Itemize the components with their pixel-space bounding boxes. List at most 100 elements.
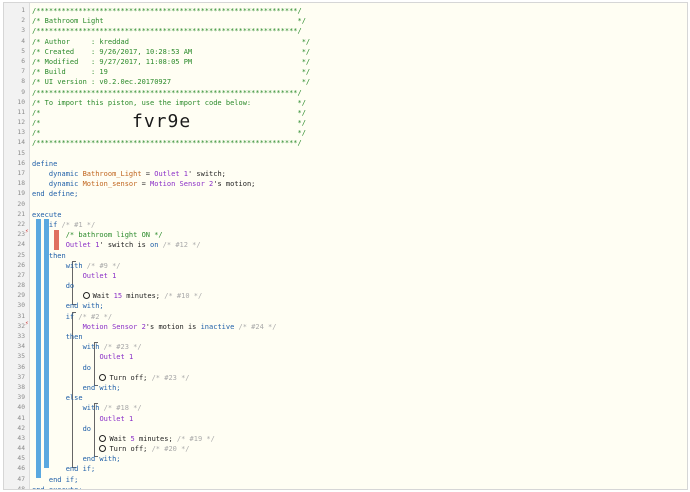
code-line[interactable]: 4 /* Author : kreddad */ (4, 37, 687, 47)
code-token: do (65, 282, 75, 291)
code-text: end define; (32, 189, 78, 199)
clock-icon (99, 434, 107, 442)
code-line[interactable]: 22 if /* #1 */ (4, 220, 687, 230)
code-line[interactable]: 10 /* To import this piston, use the impo… (4, 98, 687, 108)
code-line[interactable]: 14 /*************************************… (4, 138, 687, 148)
code-line[interactable]: 2 /* Bathroom Light */ (4, 16, 687, 26)
code-token: execute (32, 210, 62, 219)
code-token: minutes; (134, 434, 177, 443)
code-line[interactable]: 28 do (4, 281, 687, 291)
code-token: /***************************************… (32, 27, 302, 36)
code-line[interactable]: 30 end with; (4, 301, 687, 311)
line-number: 18 (17, 180, 25, 188)
code-line[interactable]: 36 do (4, 363, 687, 373)
code-token: /* #23 */ (103, 343, 142, 352)
line-number: 39 (17, 394, 25, 402)
code-line[interactable]: 3 /**************************************… (4, 26, 687, 36)
code-text: /* Bathroom Light */ (32, 16, 306, 26)
code-line[interactable]: 17 dynamic Bathroom_Light = Outlet 1' sw… (4, 169, 687, 179)
code-token: Wait (109, 434, 131, 443)
code-line[interactable]: 48 end execute; (4, 485, 687, 489)
code-token: Motion Sensor 2 (150, 180, 214, 189)
code-token: Turn off; (109, 373, 152, 382)
code-text: then (32, 251, 66, 261)
code-line[interactable]: 32 Motion Sensor 2's motion is inactive … (4, 322, 687, 332)
code-text: if /* #2 */ (32, 312, 112, 322)
code-line[interactable]: 9 /**************************************… (4, 88, 687, 98)
code-token: = (137, 180, 151, 189)
code-text: if /* #1 */ (32, 220, 95, 230)
code-line[interactable]: 16 define (4, 159, 687, 169)
code-line[interactable]: 19 end define; (4, 189, 687, 199)
code-token: /* bathroom light ON */ (65, 231, 163, 240)
code-line[interactable]: 13 /* */ (4, 128, 687, 138)
code-line[interactable]: 33 then (4, 332, 687, 342)
code-line[interactable]: 39 else (4, 393, 687, 403)
code-text: do (32, 363, 91, 373)
code-line[interactable]: 5 /* Created : 9/26/2017, 10:28:53 AM */ (4, 47, 687, 57)
code-line[interactable]: 44 Turn off; /* #20 */ (4, 444, 687, 454)
code-line[interactable]: 38 end with; (4, 383, 687, 393)
code-line[interactable]: 20 (4, 200, 687, 210)
line-number: 24 (17, 241, 25, 249)
line-number: 27 (17, 271, 25, 279)
code-line[interactable]: 25 then (4, 251, 687, 261)
code-line[interactable]: 15 (4, 149, 687, 159)
code-token: = (141, 170, 155, 178)
code-token: define (32, 159, 58, 168)
code-line[interactable]: 29 Wait 15 minutes; /* #10 */ (4, 291, 687, 301)
line-number: 25 (17, 251, 25, 259)
code-text: with /* #23 */ (32, 342, 142, 352)
code-text: Outlet 1 (32, 271, 117, 281)
code-line[interactable]: 8 /* UI version : v0.2.0ec.20170927 */ (4, 77, 687, 87)
code-token: dynamic (48, 180, 83, 189)
code-line[interactable]: 11/* */ (4, 108, 687, 118)
code-line[interactable]: 31 if /* #2 */ (4, 312, 687, 322)
code-token: end if; (65, 465, 96, 474)
code-line[interactable]: 35 Outlet 1 (4, 352, 687, 362)
code-token: end with; (65, 302, 104, 311)
code-line[interactable]: 37 Turn off; /* #23 */ (4, 373, 687, 383)
code-line[interactable]: 42 do (4, 424, 687, 434)
code-text: do (32, 281, 74, 291)
code-line[interactable]: 1 /**************************************… (4, 6, 687, 16)
code-token: Motion_sensor (82, 180, 138, 189)
code-token: /* Modified : 9/27/2017, 11:08:05 PM */ (32, 57, 311, 66)
code-line[interactable]: 6 /* Modified : 9/27/2017, 11:08:05 PM */ (4, 57, 687, 67)
code-line[interactable]: 18 dynamic Motion_sensor = Motion Sensor… (4, 179, 687, 189)
code-line[interactable]: 12 /* */fvr9e (4, 113, 687, 131)
power-icon (99, 373, 107, 381)
piston-code-editor[interactable]: ⚡ ⚡ 1/**********************************… (3, 2, 688, 490)
code-line[interactable]: 7 /* Build : 19 */ (4, 67, 687, 77)
code-line[interactable]: 24 Outlet 1' switch is on /* #12 */ (4, 240, 687, 250)
code-token: /* #18 */ (103, 404, 142, 413)
code-line[interactable]: 21 execute (4, 210, 687, 220)
code-token: 's motion is (145, 322, 201, 331)
code-line[interactable]: 23 /* bathroom light ON */ (4, 230, 687, 240)
code-line[interactable]: 26 with /* #9 */ (4, 261, 687, 271)
code-line[interactable]: 46 end if; (4, 464, 687, 474)
code-token: end with; (82, 383, 121, 392)
code-line[interactable]: 34 with /* #23 */ (4, 342, 687, 352)
line-number: 31 (17, 312, 25, 320)
code-token: /* UI version : v0.2.0ec.20170927 */ (32, 78, 311, 87)
code-line[interactable]: 40 with /* #18 */ (4, 403, 687, 413)
code-line[interactable]: 45 end with; (4, 454, 687, 464)
code-line[interactable]: 43 Wait 5 minutes; /* #19 */ (4, 434, 687, 444)
code-text: end if; (32, 475, 79, 485)
code-text: /***************************************… (32, 88, 302, 98)
code-line[interactable]: 27 Outlet 1 (4, 271, 687, 281)
code-token: then (48, 251, 66, 260)
code-line[interactable]: 47 end if; (4, 475, 687, 485)
code-line[interactable]: 41 Outlet 1 (4, 414, 687, 424)
code-text: Turn off; /* #23 */ (32, 373, 190, 383)
code-token: do (82, 424, 92, 433)
code-token: end if; (48, 475, 79, 484)
code-text: /* Created : 9/26/2017, 10:28:53 AM */ (32, 47, 310, 57)
